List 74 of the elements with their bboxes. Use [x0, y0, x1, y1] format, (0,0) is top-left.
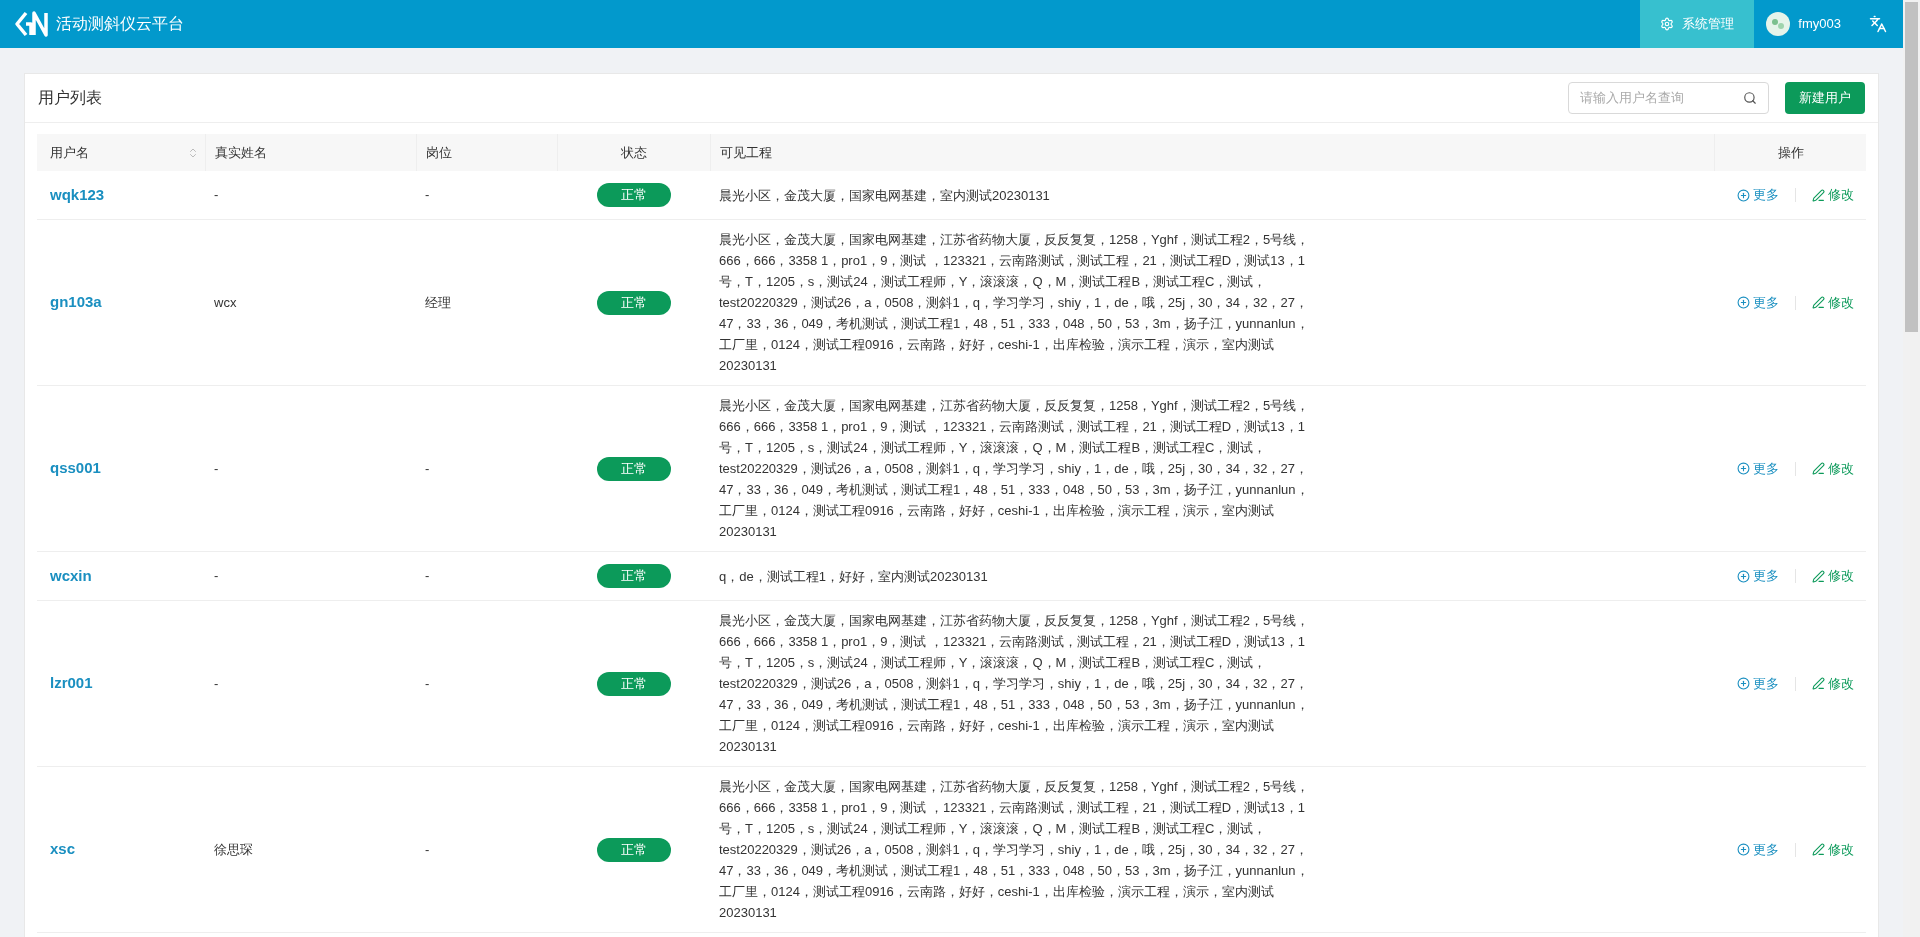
new-user-button[interactable]: 新建用户 — [1785, 82, 1865, 114]
position-cell-text: - — [425, 186, 430, 205]
projects-cell-text: 晨光小区，金茂大厦，国家电网基建，室内测试20230131 — [719, 186, 1051, 205]
projects-cell-text: 晨光小区，金茂大厦，国家电网基建，江苏省药物大厦，反反复复，1258，Yghf，测试工程2，5号线，666，666，3358 1，pro1，9，测试 ，123321，云南路测试，测试工程，21，测试工程D，测试13，1号，T，1205，s，测试24，测试工程师，Y，滚滚滚，Q，M，测试工程B，测试工程C，测试，test20220329，测试26，a，0508，测斜1，q，学习学习，shiy，1，de，哦，25j，30，34，32，27，47，33，36，049，考机测试，测试工程1，48，51，333，048，50，53，3m，扬子江，yunnanlun，工厂里，0124，测试工程0916，云南路，好好，ceshi-1，出库检验，演示工程，演示，室内测试20230131 — [719, 397, 1311, 541]
status-badge: 正常 — [596, 564, 671, 588]
real-name-cell-text: wcx — [214, 293, 237, 312]
status-badge: 正常 — [596, 290, 671, 315]
plus-icon — [1737, 569, 1750, 583]
app-title: 活动测斜仪云平台 — [56, 14, 184, 34]
plus-icon — [1737, 843, 1750, 856]
more-button[interactable]: 更多 — [1737, 673, 1779, 694]
projects-cell-text: 晨光小区，金茂大厦，国家电网基建，江苏省药物大厦，反反复复，1258，Yghf，测试工程2，5号线，666，666，3358 1，pro1，9，测试 ，123321，云南路测试，测试工程，21，测试工程D，测试13，1号，T，1205，s，测试24，测试工程师，Y，滚滚滚，Q，M，测试工程B，测试工程C，测试，test20220329，测试26，a，0508，测斜1，q，学习学习，shiy，1，de，哦，25j，30，34，32，27，47，33，36，049，考机测试，测试工程1，48，51，333，048，50，53，3m，扬子江，yunnanlun，工厂里，0124，测试工程0916，云南路，好好，ceshi-1，出库检验，演示工程，演示，室内测试20230131 — [719, 231, 1311, 375]
position-cell-text: - — [425, 567, 430, 586]
plus-icon — [1737, 677, 1750, 690]
gear-icon — [1660, 17, 1675, 31]
column-header: 真实姓名 — [215, 143, 267, 162]
real-name-cell-text: - — [214, 674, 219, 693]
avatar-icon — [1766, 12, 1791, 36]
username-link[interactable]: wcxin — [50, 564, 92, 588]
username-link[interactable]: wqk123 — [50, 183, 105, 207]
translate-icon[interactable] — [1869, 15, 1887, 33]
more-button[interactable]: 更多 — [1737, 292, 1779, 313]
pen-icon — [1812, 569, 1825, 583]
column-header: 可见工程 — [720, 143, 772, 162]
pen-icon — [1812, 843, 1825, 856]
system-menu-tab[interactable]: 系统管理 — [1640, 0, 1755, 48]
column-header: 操作 — [1777, 143, 1804, 162]
real-name-cell-text: - — [214, 567, 219, 586]
more-button[interactable]: 更多 — [1737, 185, 1779, 205]
plus-icon — [1737, 462, 1750, 475]
scrollbar[interactable] — [1903, 0, 1920, 937]
position-cell-text: - — [425, 459, 430, 478]
status-badge: 正常 — [596, 183, 671, 207]
edit-button[interactable]: 修改 — [1812, 292, 1854, 313]
position-cell-text: 经理 — [425, 293, 451, 312]
pen-icon — [1812, 462, 1825, 475]
pen-icon — [1812, 296, 1825, 309]
username-link[interactable]: gn103a — [50, 291, 102, 314]
edit-button[interactable]: 修改 — [1812, 185, 1854, 205]
status-badge: 正常 — [596, 456, 671, 481]
real-name-cell-text: 徐思琛 — [214, 840, 253, 859]
pen-icon — [1812, 188, 1825, 202]
position-cell-text: - — [425, 840, 430, 859]
more-button[interactable]: 更多 — [1737, 458, 1779, 479]
pen-icon — [1812, 677, 1825, 690]
plus-icon — [1737, 296, 1750, 309]
username-link[interactable]: qss001 — [50, 457, 101, 480]
edit-button[interactable]: 修改 — [1812, 458, 1854, 479]
plus-icon — [1737, 188, 1750, 202]
projects-cell-text: q，de，测试工程1，好好，室内测试20230131 — [719, 567, 989, 586]
column-header: 状态 — [621, 143, 647, 162]
edit-button[interactable]: 修改 — [1812, 566, 1854, 586]
column-header: 用户名 — [50, 143, 89, 162]
column-header: 岗位 — [426, 143, 452, 162]
edit-button[interactable]: 修改 — [1812, 673, 1854, 694]
projects-cell-text: 晨光小区，金茂大厦，国家电网基建，江苏省药物大厦，反反复复，1258，Yghf，测试工程2，5号线，666，666，3358 1，pro1，9，测试 ，123321，云南路测试，测试工程，21，测试工程D，测试13，1号，T，1205，s，测试24，测试工程师，Y，滚滚滚，Q，M，测试工程B，测试工程C，测试，test20220329，测试26，a，0508，测斜1，q，学习学习，shiy，1，de，哦，25j，30，34，32，27，47，33，36，049，考机测试，测试工程1，48，51，333，048，50，53，3m，扬子江，yunnanlun，工厂里，0124，测试工程0916，云南路，好好，ceshi-1，出库检验，演示工程，演示，室内测试20230131 — [719, 778, 1311, 922]
more-button[interactable]: 更多 — [1737, 566, 1779, 586]
username-link[interactable]: xsc — [50, 838, 76, 861]
search-input[interactable]: 请输入用户名查询 — [1580, 88, 1743, 108]
real-name-cell-text: - — [214, 186, 219, 205]
more-button[interactable]: 更多 — [1737, 839, 1779, 860]
position-cell-text: - — [425, 674, 430, 693]
logo-icon — [14, 10, 50, 38]
real-name-cell-text: - — [214, 459, 219, 478]
user-menu[interactable]: fmy003 — [1754, 0, 1853, 48]
status-badge: 正常 — [596, 671, 671, 696]
search-icon — [1743, 91, 1757, 105]
status-badge: 正常 — [596, 837, 671, 862]
edit-button[interactable]: 修改 — [1812, 839, 1854, 860]
card-title: 用户列表 — [38, 88, 102, 108]
sort-icon[interactable] — [187, 146, 199, 159]
username-link[interactable]: lzr001 — [50, 672, 93, 695]
search-field[interactable]: 请输入用户名查询 — [1568, 82, 1769, 114]
projects-cell-text: 晨光小区，金茂大厦，国家电网基建，江苏省药物大厦，反反复复，1258，Yghf，测试工程2，5号线，666，666，3358 1，pro1，9，测试 ，123321，云南路测试，测试工程，21，测试工程D，测试13，1号，T，1205，s，测试24，测试工程师，Y，滚滚滚，Q，M，测试工程B，测试工程C，测试，test20220329，测试26，a，0508，测斜1，q，学习学习，shiy，1，de，哦，25j，30，34，32，27，47，33，36，049，考机测试，测试工程1，48，51，333，048，50，53，3m，扬子江，yunnanlun，工厂里，0124，测试工程0916，云南路，好好，ceshi-1，出库检验，演示工程，演示，室内测试20230131 — [719, 612, 1311, 756]
